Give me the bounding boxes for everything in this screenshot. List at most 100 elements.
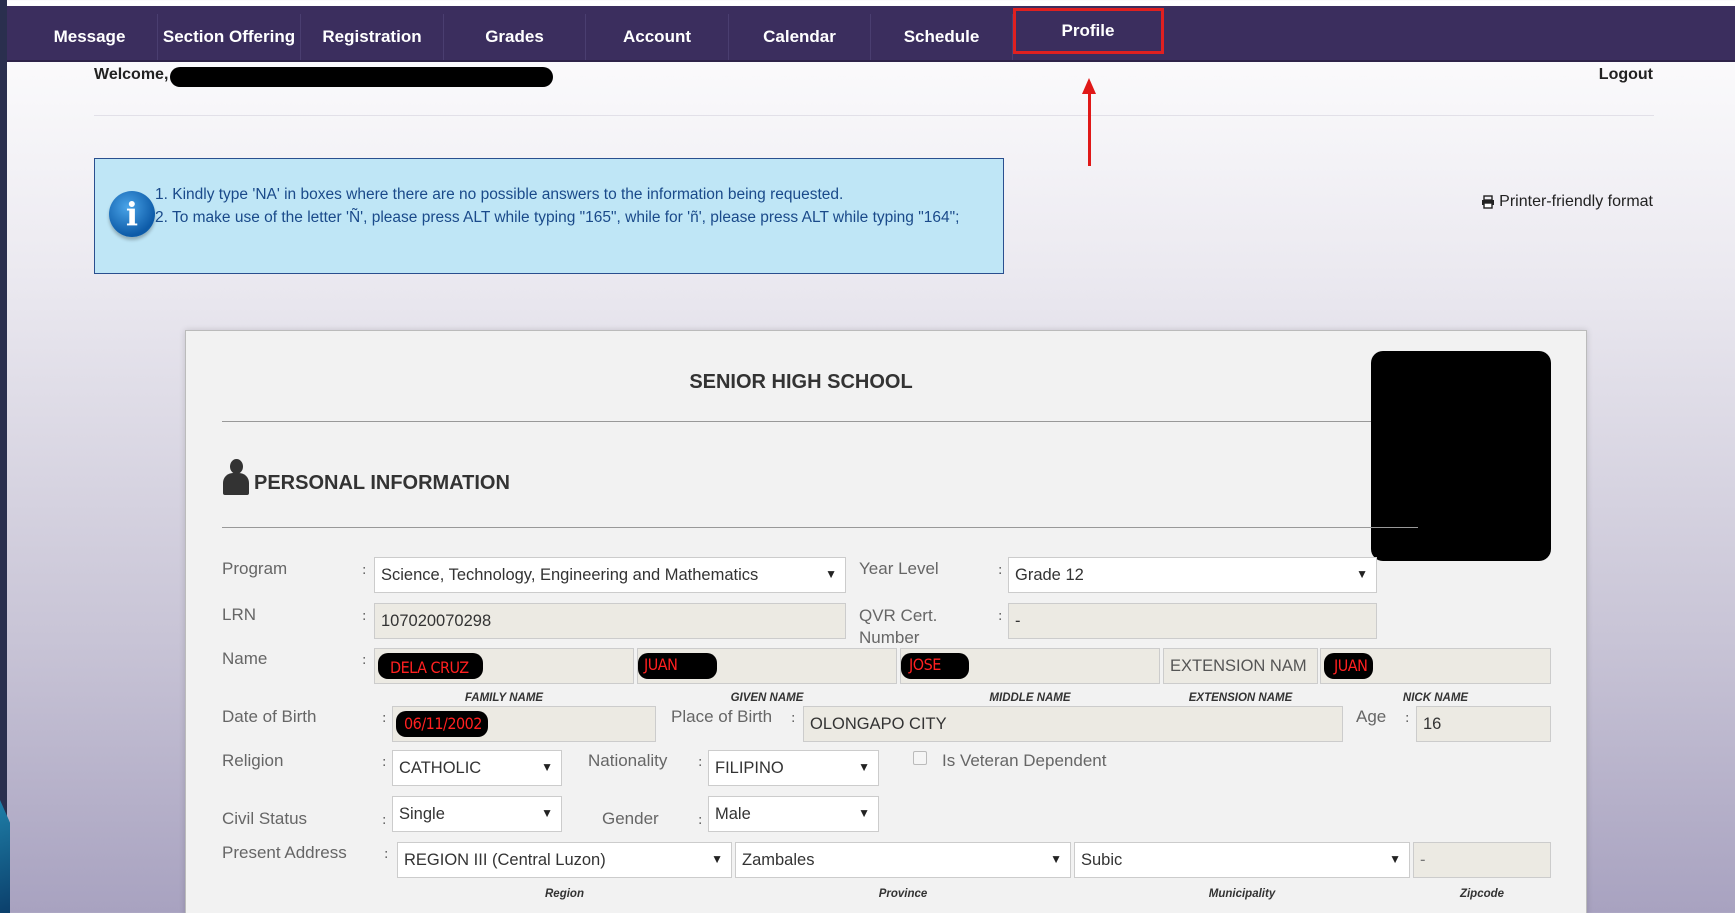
label-lrn: LRN [222, 605, 257, 624]
dob-value: 06/11/2002 [396, 711, 488, 737]
profile-card: SENIOR HIGH SCHOOL PERSONAL INFORMATION … [185, 330, 1587, 913]
chevron-down-icon: ▼ [1389, 852, 1401, 866]
middle-name-value: JOSE [901, 653, 969, 679]
middle-name-field[interactable]: JOSE [900, 648, 1160, 684]
redacted-username [170, 67, 553, 87]
colon: : [698, 755, 703, 770]
notice-box: i 1. Kindly type 'NA' in boxes where the… [94, 158, 1004, 274]
colon: : [998, 563, 1003, 578]
chevron-down-icon: ▼ [1050, 852, 1062, 866]
label-age: Age [1356, 707, 1387, 726]
hint-province: Province [878, 888, 928, 900]
colon: : [998, 609, 1003, 624]
family-name-value: DELA CRUZ [378, 653, 483, 679]
nav-account[interactable]: Account [586, 14, 729, 60]
label-religion: Religion [222, 751, 284, 770]
colon: : [382, 711, 387, 726]
student-photo [1371, 351, 1551, 561]
annotation-arrow [1088, 90, 1091, 166]
religion-select[interactable]: CATHOLIC ▼ [392, 750, 562, 786]
nav-message[interactable]: Message [22, 14, 158, 60]
hint-region: Region [545, 888, 584, 900]
colon: : [362, 563, 367, 578]
municipality-select[interactable]: Subic ▼ [1074, 842, 1410, 878]
family-name-field[interactable]: DELA CRUZ [374, 648, 634, 684]
colon: : [384, 847, 389, 862]
chevron-down-icon: ▼ [858, 806, 870, 820]
nav-schedule[interactable]: Schedule [871, 14, 1013, 60]
desktop-decoration [0, 800, 10, 913]
logout-link[interactable]: Logout [1599, 66, 1653, 84]
nick-name-value: JUAN [1324, 653, 1374, 679]
qvr-field[interactable]: - [1008, 603, 1377, 639]
section-personal-info: PERSONAL INFORMATION [222, 459, 510, 495]
left-edge [0, 0, 7, 913]
hint-nick-name: NICK NAME [1402, 692, 1469, 704]
hint-zipcode: Zipcode [1459, 888, 1505, 900]
info-icon: i [109, 191, 155, 237]
municipality-value: Subic [1081, 850, 1123, 869]
colon: : [698, 813, 703, 828]
colon: : [1405, 711, 1410, 726]
nav-profile[interactable]: Profile [1013, 8, 1164, 54]
label-present-address: Present Address [222, 843, 347, 862]
section-title: PERSONAL INFORMATION [254, 472, 510, 494]
title-divider [222, 421, 1418, 422]
printer-icon [1482, 195, 1495, 209]
program-select[interactable]: Science, Technology, Engineering and Mat… [374, 557, 846, 593]
hint-middle-name: MIDDLE NAME [989, 692, 1071, 704]
label-veteran: Is Veteran Dependent [942, 751, 1107, 770]
label-nationality: Nationality [588, 751, 668, 770]
nick-name-field[interactable]: JUAN [1320, 648, 1551, 684]
nav-grades[interactable]: Grades [444, 14, 586, 60]
gender-value: Male [715, 804, 751, 823]
chevron-down-icon: ▼ [1356, 567, 1368, 581]
label-name: Name [222, 649, 268, 668]
nav-calendar[interactable]: Calendar [729, 14, 871, 60]
veteran-checkbox[interactable] [913, 751, 927, 765]
divider [94, 115, 1654, 116]
label-pob: Place of Birth [671, 707, 773, 726]
pob-field[interactable]: OLONGAPO CITY [803, 706, 1343, 742]
chevron-down-icon: ▼ [541, 760, 553, 774]
chevron-down-icon: ▼ [541, 806, 553, 820]
civil-status-value: Single [399, 804, 445, 823]
province-select[interactable]: Zambales ▼ [735, 842, 1071, 878]
hint-municipality: Municipality [1208, 888, 1276, 900]
age-field[interactable]: 16 [1416, 706, 1551, 742]
chevron-down-icon: ▼ [711, 852, 723, 866]
nationality-value: FILIPINO [715, 758, 784, 777]
given-name-field[interactable]: JUAN [637, 648, 897, 684]
section-divider [222, 527, 1418, 528]
gender-select[interactable]: Male ▼ [708, 796, 879, 832]
printer-friendly-link[interactable]: Printer-friendly format [1481, 193, 1653, 211]
lrn-field[interactable]: 107020070298 [374, 603, 846, 639]
given-name-value: JUAN [638, 653, 718, 679]
notice-line-1: 1. Kindly type 'NA' in boxes where there… [155, 186, 844, 203]
hint-family-name: FAMILY NAME [464, 692, 544, 704]
welcome-text: Welcome, [94, 66, 169, 83]
label-program: Program [222, 559, 288, 578]
label-year-level: Year Level [859, 559, 939, 578]
label-civil-status: Civil Status [222, 809, 308, 828]
colon: : [382, 813, 387, 828]
religion-value: CATHOLIC [399, 758, 482, 777]
user-icon [222, 459, 250, 495]
province-value: Zambales [742, 850, 815, 869]
extension-name-field[interactable]: EXTENSION NAM [1163, 648, 1318, 684]
zipcode-field[interactable]: - [1413, 842, 1551, 878]
chevron-down-icon: ▼ [825, 567, 837, 581]
nav-section-offering[interactable]: Section Offering [158, 14, 301, 60]
year-level-value: Grade 12 [1015, 565, 1084, 584]
notice-line-2: 2. To make use of the letter 'Ñ', please… [155, 209, 960, 226]
dob-field[interactable]: 06/11/2002 [392, 706, 656, 742]
nav-registration[interactable]: Registration [301, 14, 444, 60]
region-select[interactable]: REGION III (Central Luzon) ▼ [397, 842, 732, 878]
civil-status-select[interactable]: Single ▼ [392, 796, 562, 832]
nationality-select[interactable]: FILIPINO ▼ [708, 750, 879, 786]
year-level-select[interactable]: Grade 12 ▼ [1008, 557, 1377, 593]
colon: : [382, 755, 387, 770]
region-value: REGION III (Central Luzon) [404, 850, 606, 869]
printer-label: Printer-friendly format [1499, 193, 1653, 210]
label-dob: Date of Birth [222, 707, 317, 726]
